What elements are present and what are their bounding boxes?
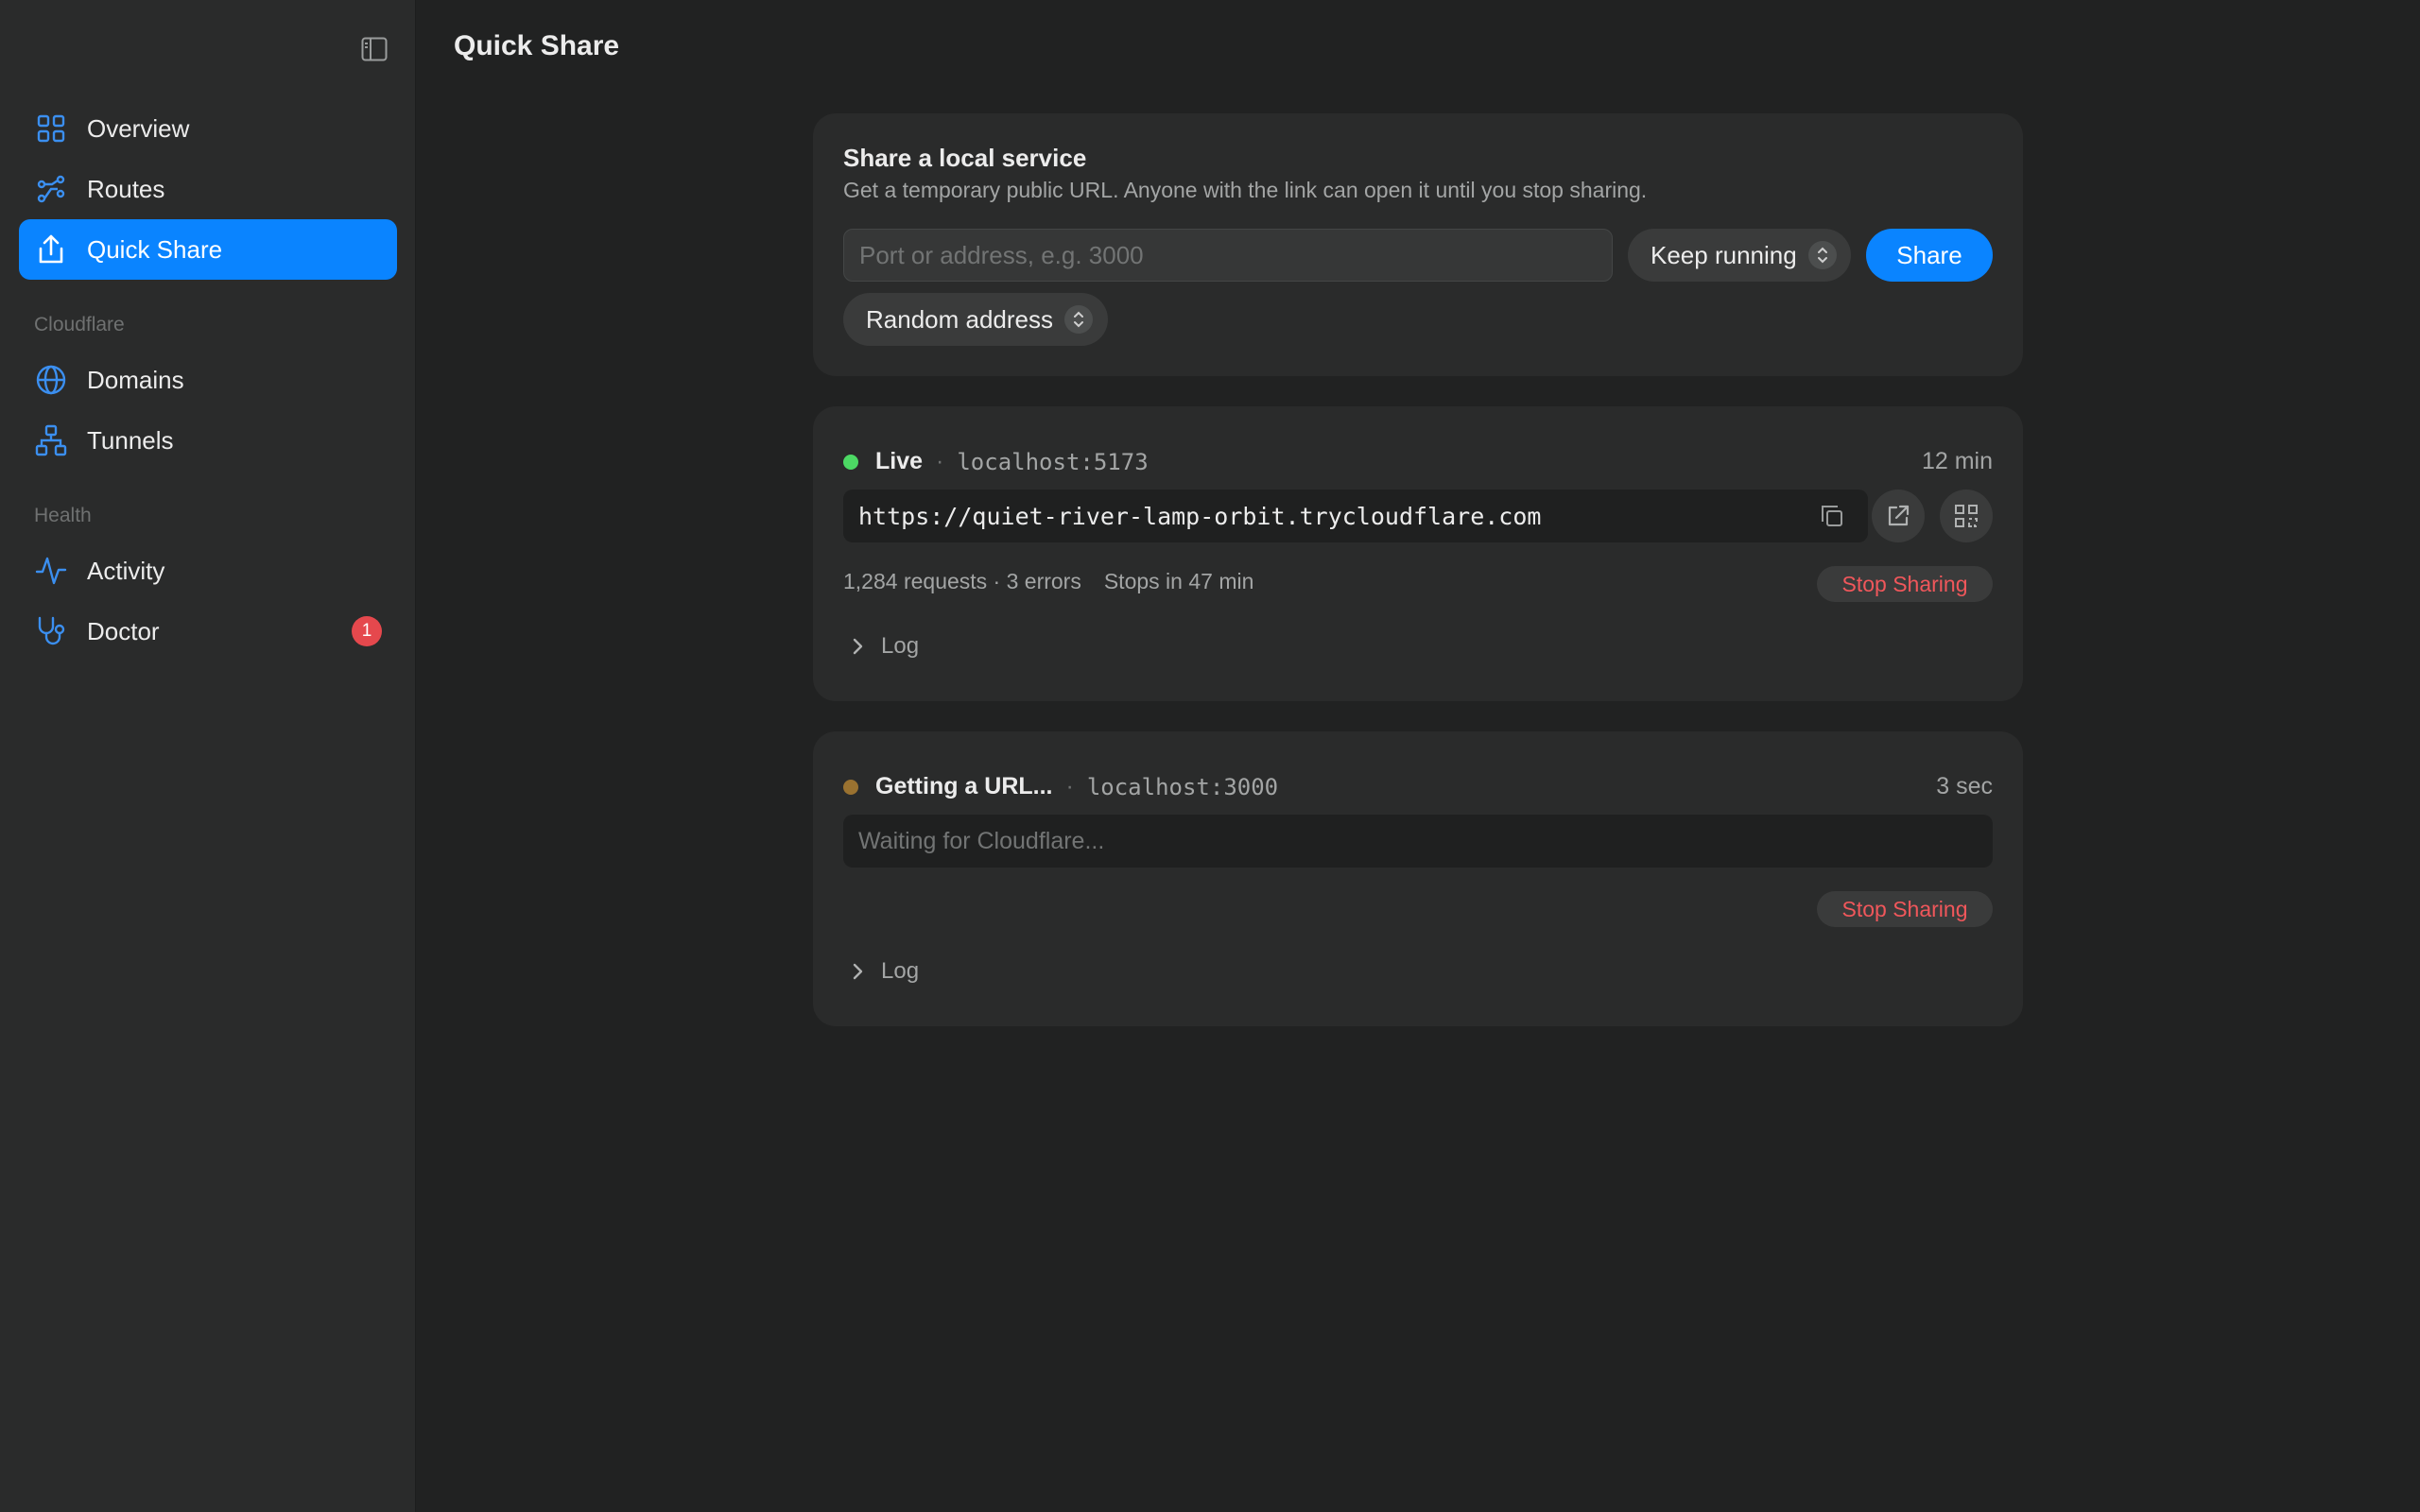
port-input[interactable] — [843, 229, 1613, 282]
address-select-value: Random address — [866, 304, 1053, 334]
share-status-row: Getting a URL... · localhost:3000 — [843, 773, 1278, 800]
public-url-field[interactable]: https://quiet-river-lamp-orbit.trycloudf… — [843, 490, 1868, 542]
address-select[interactable]: Random address — [843, 293, 1108, 346]
stethoscope-icon — [34, 614, 68, 648]
sidebar-item-routes[interactable]: Routes — [19, 159, 397, 219]
public-url: https://quiet-river-lamp-orbit.trycloudf… — [858, 502, 1542, 530]
sidebar-item-label: Domains — [87, 365, 184, 394]
separator-dot: · — [936, 448, 944, 474]
grid-icon — [34, 112, 68, 146]
sidebar-item-label: Activity — [87, 556, 165, 585]
notification-badge: 1 — [352, 616, 382, 646]
local-host: localhost:5173 — [957, 448, 1149, 475]
waiting-url-field: Waiting for Cloudflare... — [843, 815, 1993, 868]
stepper-icon — [1807, 241, 1837, 269]
sidebar-item-activity[interactable]: Activity — [19, 541, 397, 601]
share-card-pending: Getting a URL... · localhost:3000 3 sec … — [813, 731, 2023, 1026]
sidebar-item-label: Quick Share — [87, 234, 223, 264]
sidebar-item-domains[interactable]: Domains — [19, 350, 397, 410]
routes-icon — [34, 172, 68, 206]
sidebar-item-doctor[interactable]: Doctor 1 — [19, 601, 397, 662]
log-toggle[interactable]: Log — [847, 958, 919, 985]
share-form-card: Share a local service Get a temporary pu… — [813, 113, 2023, 376]
chevron-right-icon — [847, 961, 868, 982]
page-title: Quick Share — [454, 30, 620, 61]
sidebar-item-label: Routes — [87, 174, 165, 203]
duration-select-value: Keep running — [1651, 240, 1797, 269]
elapsed-time: 3 sec — [1936, 773, 1993, 799]
activity-icon — [34, 554, 68, 588]
stop-sharing-button[interactable]: Stop Sharing — [1817, 566, 1993, 602]
open-external-icon[interactable] — [1872, 490, 1925, 542]
share-status-row: Live · localhost:5173 — [843, 448, 1149, 475]
sidebar-item-overview[interactable]: Overview — [19, 98, 397, 159]
log-label: Log — [881, 958, 920, 984]
qr-code-icon[interactable] — [1940, 490, 1993, 542]
share-card-live: Live · localhost:5173 12 min https://qui… — [813, 406, 2023, 701]
sidebar-item-quick-share[interactable]: Quick Share — [19, 219, 397, 280]
waiting-text: Waiting for Cloudflare... — [858, 827, 1105, 854]
card-title: Share a local service — [843, 144, 1087, 172]
card-subtitle: Get a temporary public URL. Anyone with … — [843, 178, 1648, 202]
copy-icon[interactable] — [1817, 501, 1847, 531]
sidebar-item-label: Overview — [87, 113, 190, 143]
stop-sharing-button[interactable]: Stop Sharing — [1817, 891, 1993, 927]
status-dot-live — [843, 454, 858, 470]
log-toggle[interactable]: Log — [847, 633, 919, 660]
section-label-health: Health — [34, 505, 92, 526]
sidebar-toggle-icon[interactable] — [359, 34, 389, 64]
request-stats: 1,284 requests · 3 errors — [843, 569, 1081, 593]
share-button[interactable]: Share — [1866, 229, 1993, 282]
sidebar-item-label: Tunnels — [87, 425, 174, 455]
stops-in: Stops in 47 min — [1103, 569, 1254, 593]
local-host: localhost:3000 — [1086, 773, 1279, 800]
status-label: Getting a URL... — [875, 773, 1053, 799]
chevron-right-icon — [847, 636, 868, 657]
share-icon — [34, 232, 68, 266]
status-dot-pending — [843, 779, 858, 795]
globe-icon — [34, 363, 68, 397]
network-icon — [34, 423, 68, 457]
sidebar: Overview Routes Quick Share Cloudflare D… — [0, 0, 416, 1512]
status-label: Live — [875, 448, 924, 474]
sidebar-item-tunnels[interactable]: Tunnels — [19, 410, 397, 471]
usage-stats: 1,284 requests · 3 errors Stops in 47 mi… — [843, 569, 1253, 594]
section-label-cloudflare: Cloudflare — [34, 314, 125, 335]
elapsed-time: 12 min — [1921, 448, 1993, 474]
sidebar-item-label: Doctor — [87, 616, 160, 645]
separator-dot: · — [1065, 773, 1074, 799]
log-label: Log — [881, 633, 920, 659]
stepper-icon — [1064, 305, 1093, 334]
duration-select[interactable]: Keep running — [1628, 229, 1851, 282]
